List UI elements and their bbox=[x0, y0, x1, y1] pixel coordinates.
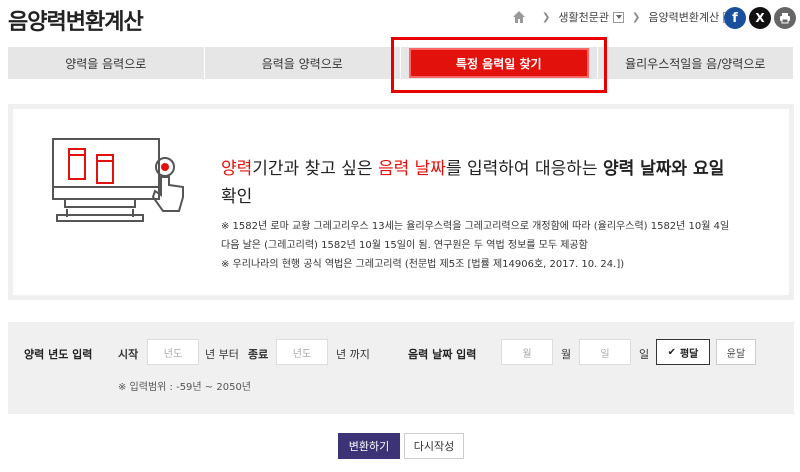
until-label: 년 까지 bbox=[336, 348, 370, 361]
headline-solar-date-weekday: 양력 날짜와 요일 bbox=[602, 159, 725, 179]
end-label: 종료 bbox=[248, 348, 269, 361]
headline: 양력기간과 찾고 싶은 음력 날짜를 입력하여 대응하는 양력 날짜와 요일확인 bbox=[221, 155, 781, 211]
tab-solar-to-lunar[interactable]: 양력을 음력으로 bbox=[8, 47, 205, 79]
tab-label: 양력을 음력으로 bbox=[65, 56, 147, 71]
notes: ※ 1582년 로마 교황 그레고리우스 13세는 율리우스력을 그레고리력으로… bbox=[221, 217, 729, 274]
breadcrumb-item-current[interactable]: 음양력변환계산 bbox=[648, 9, 735, 25]
chevron-down-icon[interactable] bbox=[613, 11, 624, 23]
from-label: 년 부터 bbox=[205, 348, 239, 361]
checkmark-icon: ✔ bbox=[667, 346, 676, 358]
start-year-input[interactable]: 년도 bbox=[147, 339, 199, 365]
lunar-date-label: 음력 날짜 입력 bbox=[408, 348, 477, 361]
note-line: ※ 우리나라의 현행 공식 역법은 그레고리력 (천문법 제5조 [법률 제14… bbox=[221, 259, 625, 270]
day-label: 일 bbox=[639, 348, 650, 361]
breadcrumb: ❯ 생활천문관 ❯ 음양력변환계산 bbox=[512, 9, 735, 25]
normal-month-label: 평달 bbox=[679, 348, 699, 360]
end-year-input[interactable]: 년도 bbox=[276, 339, 328, 365]
chevron-right-icon: ❯ bbox=[542, 11, 551, 23]
header: 음양력변환계산 ❯ 생활천문관 ❯ 음양력변환계산 f X bbox=[0, 0, 800, 40]
month-input[interactable]: 월 bbox=[501, 339, 553, 365]
highlight-box bbox=[391, 37, 607, 93]
headline-text: 를 입력하여 대응하는 bbox=[445, 159, 603, 179]
info-panel-inner: 양력기간과 찾고 싶은 음력 날짜를 입력하여 대응하는 양력 날짜와 요일확인… bbox=[13, 109, 789, 295]
input-range-note: ※ 입력범위 : -59년 ~ 2050년 bbox=[118, 382, 252, 393]
day-input[interactable]: 일 bbox=[579, 339, 631, 365]
x-icon: X bbox=[755, 11, 765, 25]
month-label: 월 bbox=[561, 348, 572, 361]
breadcrumb-item-category[interactable]: 생활천문관 bbox=[558, 9, 624, 25]
tab-julian-day[interactable]: 율리우스적일을 음/양력으로 bbox=[597, 47, 794, 79]
computer-touch-illustration bbox=[52, 138, 184, 222]
breadcrumb-label: 음양력변환계산 bbox=[648, 11, 720, 24]
home-icon[interactable] bbox=[512, 10, 526, 24]
leap-month-label: 윤달 bbox=[726, 348, 746, 360]
solar-year-label: 양력 년도 입력 bbox=[24, 348, 93, 361]
printer-icon bbox=[780, 13, 790, 24]
info-panel: 양력기간과 찾고 싶은 음력 날짜를 입력하여 대응하는 양력 날짜와 요일확인… bbox=[8, 104, 794, 300]
input-form: 양력 년도 입력 시작 년도 년 부터 종료 년도 년 까지 음력 날짜 입력 … bbox=[8, 322, 794, 414]
tab-lunar-to-solar[interactable]: 음력을 양력으로 bbox=[204, 47, 401, 79]
note-line: ※ 1582년 로마 교황 그레고리우스 13세는 율리우스력을 그레고리력으로… bbox=[221, 221, 730, 232]
facebook-icon: f bbox=[732, 10, 738, 26]
normal-month-toggle[interactable]: ✔ 평달 bbox=[656, 339, 710, 365]
facebook-share-button[interactable]: f bbox=[724, 7, 746, 29]
breadcrumb-label: 생활천문관 bbox=[558, 11, 609, 24]
x-share-button[interactable]: X bbox=[749, 7, 771, 29]
tab-label: 음력을 양력으로 bbox=[261, 56, 343, 71]
page-title: 음양력변환계산 bbox=[8, 10, 144, 35]
headline-text: 확인 bbox=[221, 187, 253, 207]
headline-solar: 양력 bbox=[221, 159, 253, 179]
headline-lunar-date: 음력 날짜 bbox=[377, 159, 446, 179]
print-button[interactable] bbox=[774, 7, 796, 29]
chevron-right-icon: ❯ bbox=[632, 11, 641, 23]
leap-month-toggle[interactable]: 윤달 bbox=[716, 339, 756, 365]
note-line: 다음 날은 (그레고리력) 1582년 10월 15일이 됨. 연구원은 두 역… bbox=[221, 240, 588, 251]
start-label: 시작 bbox=[118, 348, 139, 361]
tab-label: 율리우스적일을 음/양력으로 bbox=[625, 56, 766, 71]
reset-button[interactable]: 다시작성 bbox=[404, 433, 464, 459]
convert-button[interactable]: 변환하기 bbox=[338, 433, 400, 459]
headline-text: 기간과 찾고 싶은 bbox=[252, 159, 378, 179]
